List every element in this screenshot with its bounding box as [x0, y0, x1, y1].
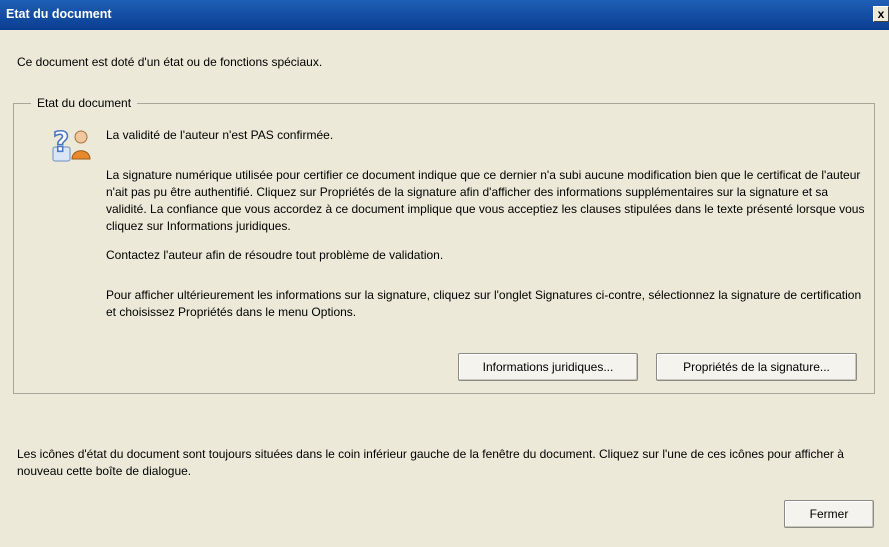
- legal-information-button[interactable]: Informations juridiques...: [458, 353, 638, 381]
- svg-text:?: ?: [53, 125, 69, 158]
- title-bar[interactable]: Etat du document x: [0, 0, 889, 30]
- close-icon[interactable]: x: [873, 6, 889, 22]
- validity-status-text: La validité de l'auteur n'est PAS confir…: [106, 128, 334, 142]
- contact-author-text: Contactez l'auteur afin de résoudre tout…: [106, 248, 444, 262]
- intro-text: Ce document est doté d'un état ou de fon…: [17, 55, 323, 69]
- signature-properties-button[interactable]: Propriétés de la signature...: [656, 353, 857, 381]
- window-title: Etat du document: [6, 7, 112, 21]
- instructions-text: Pour afficher ultérieurement les informa…: [106, 288, 862, 319]
- footer-text: Les icônes d'état du document sont toujo…: [17, 447, 844, 478]
- group-legend: Etat du document: [31, 96, 138, 110]
- help-user-icon: ?: [52, 125, 91, 162]
- close-button[interactable]: Fermer: [784, 500, 874, 528]
- document-status-dialog: Etat du document x Ce document est doté …: [0, 0, 889, 547]
- signature-description-text: La signature numérique utilisée pour cer…: [106, 168, 865, 233]
